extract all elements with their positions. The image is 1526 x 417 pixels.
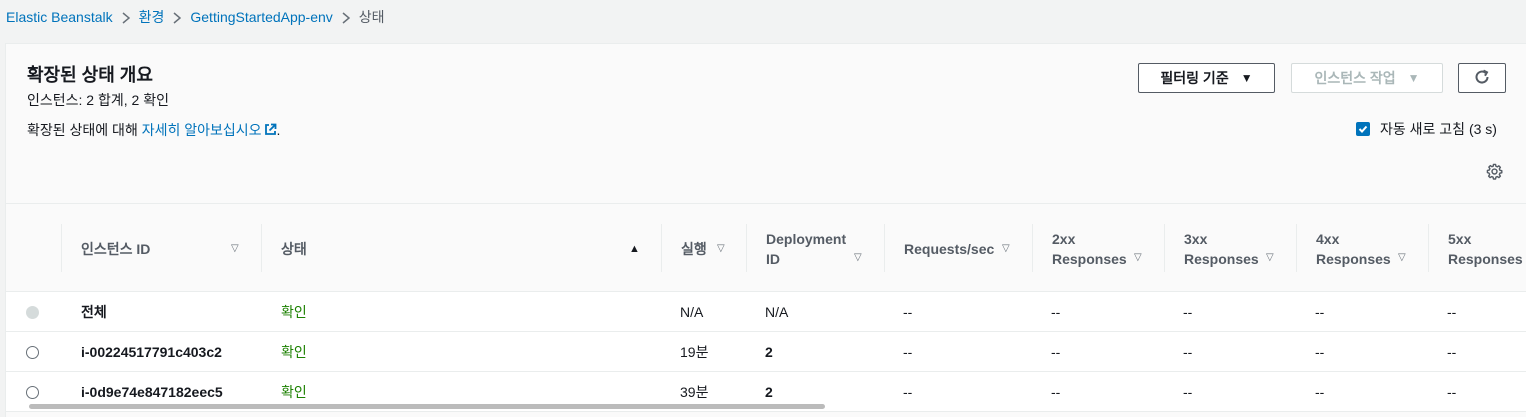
column-4xx-line1: 4xx bbox=[1316, 230, 1340, 247]
gear-icon[interactable] bbox=[1486, 163, 1503, 185]
chevron-right-icon bbox=[113, 9, 139, 25]
description: 확장된 상태에 대해 자세히 알아보십시오. bbox=[27, 120, 280, 140]
table-header: 인스턴스 ID ▽ 상태 ▲ 실행 ▽ Deployment ID ▽ Reque… bbox=[6, 203, 1526, 292]
caret-down-icon: ▼ bbox=[1407, 71, 1420, 85]
cell-requests: -- bbox=[903, 304, 913, 320]
sort-icon: ▽ bbox=[854, 252, 862, 263]
filter-button-label: 필터링 기준 bbox=[1160, 70, 1229, 86]
column-instance-id[interactable]: 인스턴스 ID ▽ bbox=[61, 204, 261, 293]
column-3xx[interactable]: 3xx Responses ▽ bbox=[1164, 204, 1296, 293]
column-2xx-line2: Responses bbox=[1052, 250, 1127, 267]
column-2xx-line1: 2xx bbox=[1052, 230, 1076, 247]
column-status[interactable]: 상태 ▲ bbox=[261, 204, 661, 293]
row-radio[interactable] bbox=[26, 385, 39, 399]
column-5xx-line2: Responses bbox=[1448, 250, 1523, 267]
column-deployment-label: Deployment ID bbox=[766, 229, 846, 269]
breadcrumb-environments[interactable]: 환경 bbox=[139, 7, 165, 27]
column-running[interactable]: 실행 ▽ bbox=[661, 204, 746, 293]
cell-deployment: N/A bbox=[765, 304, 789, 320]
caret-down-icon: ▼ bbox=[1240, 71, 1253, 85]
cell-deployment: 2 bbox=[765, 344, 773, 360]
description-text: 확장된 상태에 대해 bbox=[27, 122, 142, 138]
page-title: 확장된 상태 개요 bbox=[27, 65, 153, 85]
column-requests-label: Requests/sec bbox=[904, 240, 995, 257]
sort-icon: ▽ bbox=[717, 243, 725, 254]
column-5xx[interactable]: 5xx Responses bbox=[1428, 204, 1526, 293]
chevron-right-icon bbox=[164, 9, 190, 25]
column-2xx-label: 2xx Responses bbox=[1052, 229, 1127, 269]
refresh-icon bbox=[1473, 68, 1491, 89]
table-row[interactable]: i-00224517791c403c2 확인 19분 2 -- -- -- --… bbox=[6, 332, 1526, 372]
column-instance-id-label: 인스턴스 ID bbox=[81, 240, 151, 257]
table-row[interactable]: 전체 확인 N/A N/A -- -- -- -- -- bbox=[6, 292, 1526, 332]
column-deployment-line2: ID bbox=[766, 250, 780, 267]
cell-5xx: -- bbox=[1447, 344, 1457, 360]
cell-2xx: -- bbox=[1051, 344, 1061, 360]
external-link-icon[interactable] bbox=[264, 123, 277, 139]
column-4xx-label: 4xx Responses bbox=[1316, 229, 1391, 269]
column-4xx-line2: Responses bbox=[1316, 250, 1391, 267]
column-3xx-label: 3xx Responses bbox=[1184, 229, 1259, 269]
breadcrumb-elastic-beanstalk[interactable]: Elastic Beanstalk bbox=[6, 9, 113, 25]
breadcrumb: Elastic Beanstalk 환경 GettingStartedApp-e… bbox=[6, 7, 385, 27]
sort-icon: ▽ bbox=[1134, 252, 1142, 263]
cell-4xx: -- bbox=[1315, 344, 1325, 360]
cell-running: 19분 bbox=[680, 344, 709, 360]
cell-5xx: -- bbox=[1447, 304, 1457, 320]
cell-4xx: -- bbox=[1315, 304, 1325, 320]
sort-icon: ▽ bbox=[1398, 252, 1406, 263]
learn-more-link[interactable]: 자세히 알아보십시오 bbox=[142, 122, 262, 138]
filter-button[interactable]: 필터링 기준 ▼ bbox=[1138, 63, 1275, 93]
sort-icon: ▽ bbox=[231, 243, 239, 254]
cell-requests: -- bbox=[903, 344, 913, 360]
column-deployment-id[interactable]: Deployment ID ▽ bbox=[746, 204, 884, 293]
sort-icon: ▽ bbox=[1002, 243, 1010, 254]
instance-actions-button[interactable]: 인스턴스 작업 ▼ bbox=[1291, 63, 1443, 93]
auto-refresh[interactable]: 자동 새로 고침 (3 s) bbox=[1356, 119, 1497, 139]
cell-instance-id: 전체 bbox=[81, 304, 107, 320]
column-status-label: 상태 bbox=[281, 240, 307, 257]
column-deployment-line1: Deployment bbox=[766, 230, 847, 247]
cell-3xx: -- bbox=[1183, 344, 1193, 360]
sort-icon: ▽ bbox=[1266, 252, 1274, 263]
cell-4xx: -- bbox=[1315, 384, 1325, 400]
description-period: . bbox=[276, 122, 281, 138]
instance-actions-label: 인스턴스 작업 bbox=[1314, 70, 1396, 86]
cell-status: 확인 bbox=[281, 344, 307, 360]
health-overview-panel: 확장된 상태 개요 인스턴스: 2 합계, 2 확인 확장된 상태에 대해 자세… bbox=[5, 43, 1526, 417]
column-5xx-label: 5xx Responses bbox=[1448, 229, 1523, 269]
column-2xx[interactable]: 2xx Responses ▽ bbox=[1032, 204, 1164, 293]
column-5xx-line1: 5xx bbox=[1448, 230, 1472, 247]
cell-requests: -- bbox=[903, 384, 913, 400]
row-radio bbox=[26, 305, 39, 319]
column-running-label: 실행 bbox=[681, 240, 707, 257]
cell-3xx: -- bbox=[1183, 304, 1193, 320]
sort-ascending-icon: ▲ bbox=[629, 242, 640, 255]
auto-refresh-label: 자동 새로 고침 (3 s) bbox=[1380, 121, 1497, 137]
auto-refresh-checkbox[interactable] bbox=[1356, 122, 1370, 136]
cell-2xx: -- bbox=[1051, 304, 1061, 320]
cell-instance-id: i-00224517791c403c2 bbox=[81, 344, 222, 360]
breadcrumb-current: 상태 bbox=[358, 9, 385, 25]
instance-summary: 인스턴스: 2 합계, 2 확인 bbox=[27, 92, 169, 108]
cell-5xx: -- bbox=[1447, 384, 1457, 400]
column-4xx[interactable]: 4xx Responses ▽ bbox=[1296, 204, 1428, 293]
breadcrumb-environment[interactable]: GettingStartedApp-env bbox=[190, 9, 332, 25]
row-radio[interactable] bbox=[26, 345, 39, 359]
horizontal-scrollbar[interactable] bbox=[29, 404, 825, 409]
cell-running: N/A bbox=[680, 304, 704, 320]
column-requests[interactable]: Requests/sec ▽ bbox=[884, 204, 1032, 293]
chevron-right-icon bbox=[333, 9, 359, 25]
refresh-button[interactable] bbox=[1458, 63, 1506, 93]
column-3xx-line1: 3xx bbox=[1184, 230, 1208, 247]
cell-status: 확인 bbox=[281, 304, 307, 320]
column-3xx-line2: Responses bbox=[1184, 250, 1259, 267]
cell-3xx: -- bbox=[1183, 384, 1193, 400]
cell-2xx: -- bbox=[1051, 384, 1061, 400]
